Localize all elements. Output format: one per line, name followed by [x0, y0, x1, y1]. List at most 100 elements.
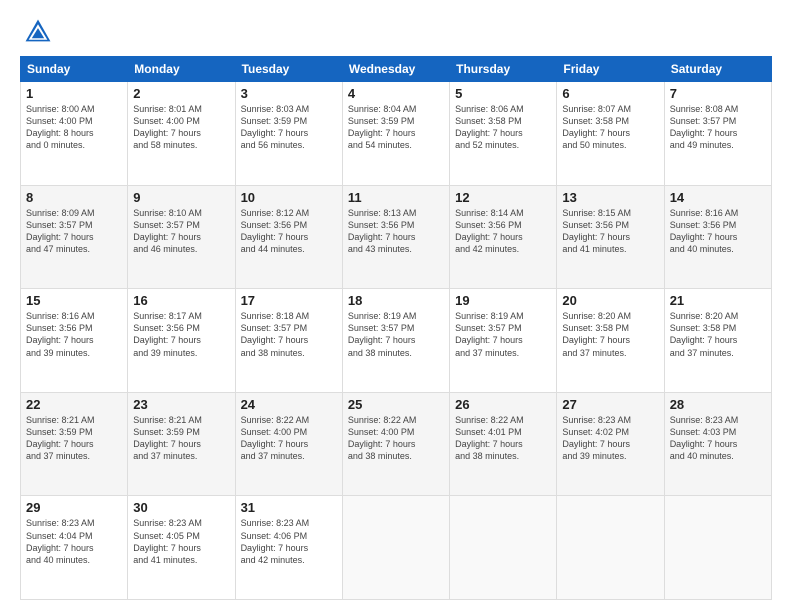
calendar-header-saturday: Saturday [664, 57, 771, 82]
calendar-cell: 22 Sunrise: 8:21 AMSunset: 3:59 PMDayligh… [21, 392, 128, 496]
calendar-cell: 8 Sunrise: 8:09 AMSunset: 3:57 PMDaylight… [21, 185, 128, 289]
day-info: Sunrise: 8:00 AMSunset: 4:00 PMDaylight:… [26, 103, 122, 152]
calendar-header-sunday: Sunday [21, 57, 128, 82]
calendar-week-3: 15 Sunrise: 8:16 AMSunset: 3:56 PMDayligh… [21, 289, 772, 393]
day-number: 14 [670, 190, 766, 205]
day-number: 1 [26, 86, 122, 101]
day-info: Sunrise: 8:14 AMSunset: 3:56 PMDaylight:… [455, 207, 551, 256]
calendar-cell: 3 Sunrise: 8:03 AMSunset: 3:59 PMDaylight… [235, 82, 342, 186]
calendar-header-tuesday: Tuesday [235, 57, 342, 82]
calendar-cell: 21 Sunrise: 8:20 AMSunset: 3:58 PMDayligh… [664, 289, 771, 393]
calendar-cell: 14 Sunrise: 8:16 AMSunset: 3:56 PMDayligh… [664, 185, 771, 289]
day-number: 7 [670, 86, 766, 101]
header [20, 18, 772, 46]
day-info: Sunrise: 8:21 AMSunset: 3:59 PMDaylight:… [26, 414, 122, 463]
calendar-week-1: 1 Sunrise: 8:00 AMSunset: 4:00 PMDaylight… [21, 82, 772, 186]
calendar-cell: 23 Sunrise: 8:21 AMSunset: 3:59 PMDayligh… [128, 392, 235, 496]
day-info: Sunrise: 8:03 AMSunset: 3:59 PMDaylight:… [241, 103, 337, 152]
day-info: Sunrise: 8:04 AMSunset: 3:59 PMDaylight:… [348, 103, 444, 152]
day-number: 3 [241, 86, 337, 101]
calendar-cell: 26Sunrise: 8:22 AMSunset: 4:01 PMDayligh… [450, 392, 557, 496]
page: SundayMondayTuesdayWednesdayThursdayFrid… [0, 0, 792, 612]
day-number: 16 [133, 293, 229, 308]
calendar-cell: 4 Sunrise: 8:04 AMSunset: 3:59 PMDaylight… [342, 82, 449, 186]
day-info: Sunrise: 8:01 AMSunset: 4:00 PMDaylight:… [133, 103, 229, 152]
day-number: 10 [241, 190, 337, 205]
calendar-cell: 30 Sunrise: 8:23 AMSunset: 4:05 PMDayligh… [128, 496, 235, 600]
calendar-cell: 25Sunrise: 8:22 AMSunset: 4:00 PMDayligh… [342, 392, 449, 496]
calendar-cell: 12Sunrise: 8:14 AMSunset: 3:56 PMDayligh… [450, 185, 557, 289]
calendar-cell: 19 Sunrise: 8:19 AMSunset: 3:57 PMDayligh… [450, 289, 557, 393]
day-number: 15 [26, 293, 122, 308]
day-number: 20 [562, 293, 658, 308]
calendar-cell: 15 Sunrise: 8:16 AMSunset: 3:56 PMDayligh… [21, 289, 128, 393]
day-info: Sunrise: 8:10 AMSunset: 3:57 PMDaylight:… [133, 207, 229, 256]
day-info: Sunrise: 8:15 AMSunset: 3:56 PMDaylight:… [562, 207, 658, 256]
calendar-cell: 13 Sunrise: 8:15 AMSunset: 3:56 PMDayligh… [557, 185, 664, 289]
day-number: 29 [26, 500, 122, 515]
day-number: 17 [241, 293, 337, 308]
day-number: 31 [241, 500, 337, 515]
day-number: 26 [455, 397, 551, 412]
day-number: 22 [26, 397, 122, 412]
day-number: 25 [348, 397, 444, 412]
calendar-week-5: 29Sunrise: 8:23 AMSunset: 4:04 PMDayligh… [21, 496, 772, 600]
day-info: Sunrise: 8:18 AMSunset: 3:57 PMDaylight:… [241, 310, 337, 359]
day-number: 13 [562, 190, 658, 205]
calendar-cell: 24 Sunrise: 8:22 AMSunset: 4:00 PMDayligh… [235, 392, 342, 496]
day-info: Sunrise: 8:13 AMSunset: 3:56 PMDaylight:… [348, 207, 444, 256]
calendar-cell: 9 Sunrise: 8:10 AMSunset: 3:57 PMDaylight… [128, 185, 235, 289]
day-info: Sunrise: 8:16 AMSunset: 3:56 PMDaylight:… [26, 310, 122, 359]
day-info: Sunrise: 8:20 AMSunset: 3:58 PMDaylight:… [562, 310, 658, 359]
calendar-week-2: 8 Sunrise: 8:09 AMSunset: 3:57 PMDaylight… [21, 185, 772, 289]
day-info: Sunrise: 8:21 AMSunset: 3:59 PMDaylight:… [133, 414, 229, 463]
day-info: Sunrise: 8:06 AMSunset: 3:58 PMDaylight:… [455, 103, 551, 152]
day-number: 28 [670, 397, 766, 412]
calendar-cell: 7 Sunrise: 8:08 AMSunset: 3:57 PMDaylight… [664, 82, 771, 186]
day-info: Sunrise: 8:09 AMSunset: 3:57 PMDaylight:… [26, 207, 122, 256]
day-info: Sunrise: 8:20 AMSunset: 3:58 PMDaylight:… [670, 310, 766, 359]
day-number: 18 [348, 293, 444, 308]
day-number: 24 [241, 397, 337, 412]
day-number: 23 [133, 397, 229, 412]
day-number: 6 [562, 86, 658, 101]
day-info: Sunrise: 8:23 AMSunset: 4:05 PMDaylight:… [133, 517, 229, 566]
calendar-cell: 20 Sunrise: 8:20 AMSunset: 3:58 PMDayligh… [557, 289, 664, 393]
calendar-cell: 6 Sunrise: 8:07 AMSunset: 3:58 PMDaylight… [557, 82, 664, 186]
day-info: Sunrise: 8:16 AMSunset: 3:56 PMDaylight:… [670, 207, 766, 256]
day-number: 30 [133, 500, 229, 515]
calendar-cell: 10Sunrise: 8:12 AMSunset: 3:56 PMDayligh… [235, 185, 342, 289]
calendar-cell: 2 Sunrise: 8:01 AMSunset: 4:00 PMDaylight… [128, 82, 235, 186]
day-info: Sunrise: 8:19 AMSunset: 3:57 PMDaylight:… [455, 310, 551, 359]
day-number: 19 [455, 293, 551, 308]
day-number: 2 [133, 86, 229, 101]
logo-icon [24, 18, 52, 46]
day-number: 8 [26, 190, 122, 205]
day-number: 9 [133, 190, 229, 205]
calendar-header-wednesday: Wednesday [342, 57, 449, 82]
calendar-cell [450, 496, 557, 600]
calendar-cell [664, 496, 771, 600]
day-info: Sunrise: 8:08 AMSunset: 3:57 PMDaylight:… [670, 103, 766, 152]
calendar-header-friday: Friday [557, 57, 664, 82]
calendar-cell: 5Sunrise: 8:06 AMSunset: 3:58 PMDaylight… [450, 82, 557, 186]
calendar-cell: 31 Sunrise: 8:23 AMSunset: 4:06 PMDayligh… [235, 496, 342, 600]
calendar-cell [557, 496, 664, 600]
day-info: Sunrise: 8:17 AMSunset: 3:56 PMDaylight:… [133, 310, 229, 359]
calendar-week-4: 22 Sunrise: 8:21 AMSunset: 3:59 PMDayligh… [21, 392, 772, 496]
day-info: Sunrise: 8:19 AMSunset: 3:57 PMDaylight:… [348, 310, 444, 359]
day-info: Sunrise: 8:07 AMSunset: 3:58 PMDaylight:… [562, 103, 658, 152]
day-info: Sunrise: 8:23 AMSunset: 4:03 PMDaylight:… [670, 414, 766, 463]
day-info: Sunrise: 8:23 AMSunset: 4:06 PMDaylight:… [241, 517, 337, 566]
calendar-cell: 29Sunrise: 8:23 AMSunset: 4:04 PMDayligh… [21, 496, 128, 600]
calendar-cell: 28 Sunrise: 8:23 AMSunset: 4:03 PMDayligh… [664, 392, 771, 496]
day-number: 27 [562, 397, 658, 412]
day-number: 21 [670, 293, 766, 308]
calendar-cell: 27Sunrise: 8:23 AMSunset: 4:02 PMDayligh… [557, 392, 664, 496]
day-number: 11 [348, 190, 444, 205]
day-info: Sunrise: 8:22 AMSunset: 4:00 PMDaylight:… [241, 414, 337, 463]
calendar-header-row: SundayMondayTuesdayWednesdayThursdayFrid… [21, 57, 772, 82]
calendar-cell: 1 Sunrise: 8:00 AMSunset: 4:00 PMDaylight… [21, 82, 128, 186]
calendar-header-thursday: Thursday [450, 57, 557, 82]
day-number: 4 [348, 86, 444, 101]
